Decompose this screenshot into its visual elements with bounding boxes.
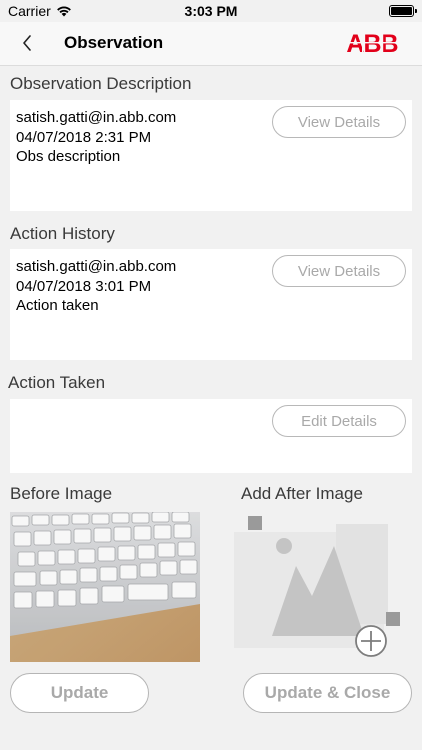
chevron-left-icon: [23, 35, 31, 51]
navigation-bar: Observation ABB: [0, 22, 422, 66]
add-image-placeholder-icon[interactable]: [232, 512, 402, 662]
observation-date: 04/07/2018 2:31 PM: [16, 128, 152, 146]
action-history-email: satish.gatti@in.abb.com: [16, 258, 177, 275]
status-bar: Carrier 3:03 PM: [0, 0, 422, 22]
action-history-card: satish.gatti@in.abb.com 04/07/2018 3:01 …: [10, 249, 412, 360]
action-history-view-details-button[interactable]: View Details: [272, 255, 406, 287]
status-time: 3:03 PM: [184, 3, 238, 19]
action-taken-card: Edit Details: [10, 399, 412, 473]
back-button[interactable]: [14, 30, 40, 56]
before-image-title: Before Image: [10, 484, 113, 503]
keyboard-photo: [10, 512, 200, 662]
before-image[interactable]: [10, 512, 200, 662]
observation-card: satish.gatti@in.abb.com 04/07/2018 2:31 …: [10, 100, 412, 211]
action-history-section-title: Action History: [10, 224, 115, 243]
edit-details-button[interactable]: Edit Details: [272, 405, 406, 437]
action-history-date: 04/07/2018 3:01 PM: [16, 277, 152, 295]
update-and-close-button[interactable]: Update & Close: [243, 673, 412, 713]
observation-email: satish.gatti@in.abb.com: [16, 109, 177, 126]
battery-icon: [389, 5, 417, 17]
action-history-description: Action taken: [16, 297, 99, 314]
page-title: Observation: [64, 33, 164, 52]
add-after-image-title[interactable]: Add After Image: [241, 484, 363, 504]
observation-description: Obs description: [16, 148, 121, 165]
action-history-details: satish.gatti@in.abb.com 04/07/2018 3:01 …: [16, 257, 176, 316]
battery-level: [391, 7, 412, 15]
observation-details: satish.gatti@in.abb.com 04/07/2018 2:31 …: [16, 108, 176, 167]
observation-view-details-button[interactable]: View Details: [272, 106, 406, 138]
abb-logo: ABB: [342, 31, 402, 55]
action-taken-section-title: Action Taken: [8, 373, 106, 392]
observation-section-title: Observation Description: [10, 74, 192, 93]
update-button[interactable]: Update: [10, 673, 149, 713]
